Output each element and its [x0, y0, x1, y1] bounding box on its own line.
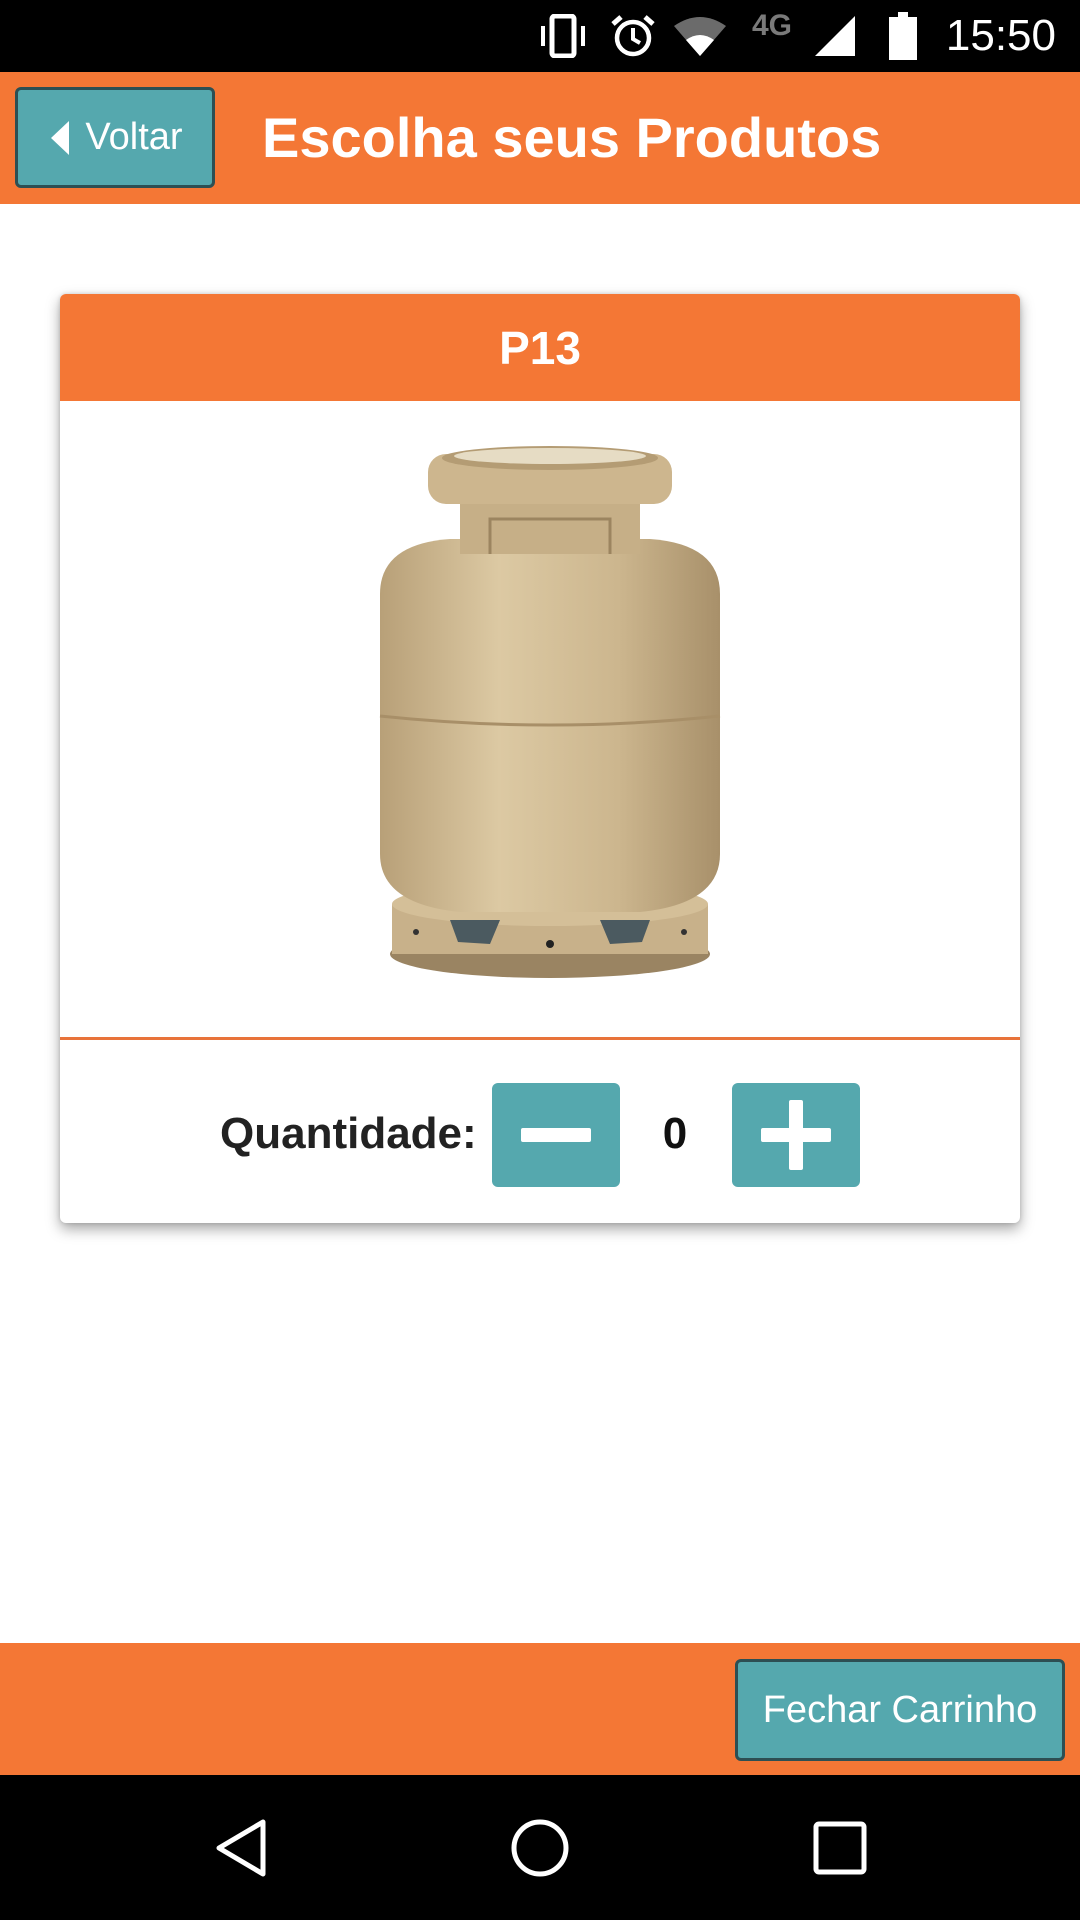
alarm-icon — [608, 0, 658, 72]
vibrate-icon — [535, 0, 591, 72]
increase-quantity-button[interactable] — [732, 1083, 860, 1187]
quantity-label: Quantidade: — [220, 1109, 477, 1158]
status-bar: 4G 15:50 — [0, 0, 1080, 72]
system-nav-bar — [0, 1775, 1080, 1920]
minus-icon — [521, 1128, 591, 1142]
wifi-icon — [672, 0, 728, 72]
back-button-label: Voltar — [85, 116, 183, 158]
signal-icon — [812, 0, 858, 72]
card-divider — [60, 1037, 1020, 1040]
plus-icon — [761, 1100, 831, 1170]
product-card: P13 Quantidade: 0 — [60, 294, 1020, 1223]
network-type-label: 4G — [751, 9, 793, 42]
close-cart-button[interactable]: Fechar Carrinho — [735, 1659, 1065, 1761]
chevron-left-icon — [51, 120, 70, 155]
quantity-value: 0 — [662, 1109, 688, 1158]
product-name: P13 — [60, 294, 1020, 401]
footer-bar: Fechar Carrinho — [0, 1643, 1080, 1775]
gas-cylinder-image — [379, 446, 721, 978]
page-title: Escolha seus Produtos — [262, 106, 882, 169]
home-circle-icon[interactable] — [465, 1775, 615, 1920]
app-header: Voltar Escolha seus Produtos — [0, 72, 1080, 204]
recents-square-icon[interactable] — [765, 1775, 915, 1920]
back-triangle-icon[interactable] — [166, 1775, 316, 1920]
status-time: 15:50 — [945, 11, 1056, 60]
decrease-quantity-button[interactable] — [492, 1083, 620, 1187]
battery-icon — [880, 0, 926, 72]
back-button[interactable]: Voltar — [15, 87, 215, 188]
